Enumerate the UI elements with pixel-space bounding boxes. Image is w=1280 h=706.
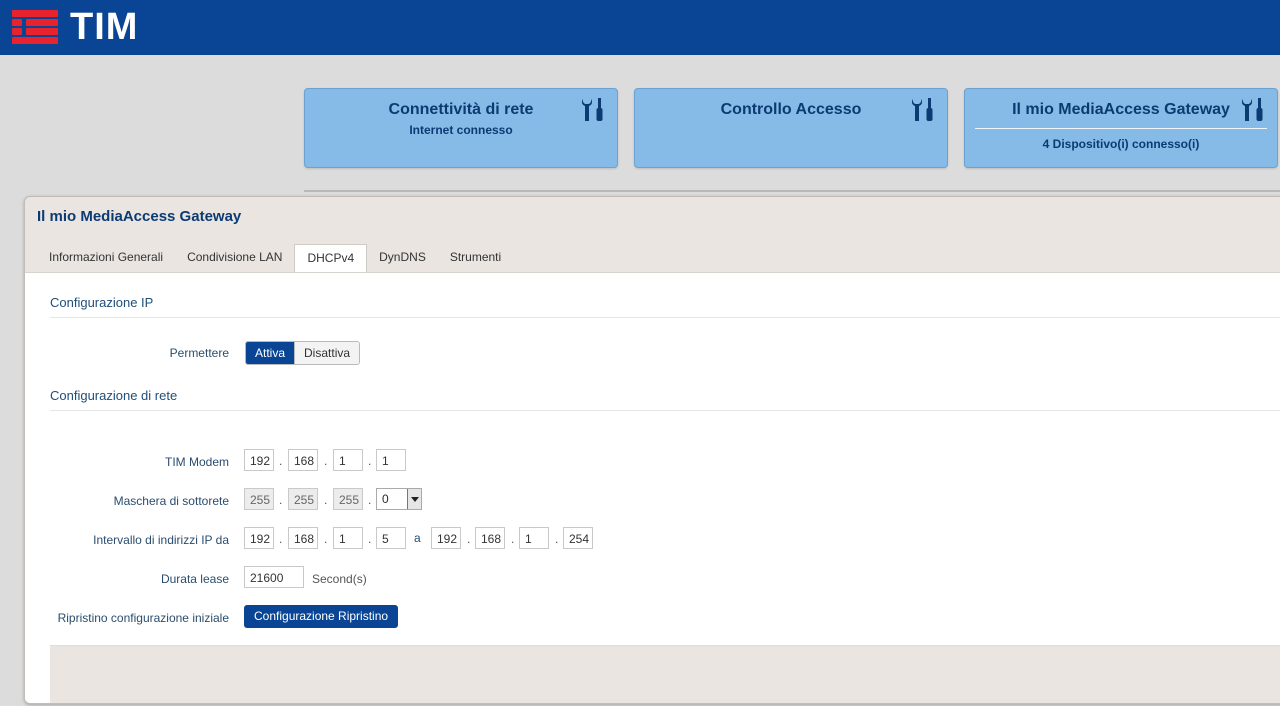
ip-dot: .: [324, 454, 328, 468]
card-title: Controllo Accesso: [720, 101, 862, 118]
range-separator: a: [414, 531, 421, 545]
tools-icon[interactable]: [581, 97, 605, 123]
tab-content: Configurazione IP Permettere Attiva Disa…: [25, 272, 1280, 703]
ip-dot: .: [279, 532, 283, 546]
dhcp-enable-toggle: Attiva Disattiva: [245, 341, 361, 365]
ip-dot: .: [279, 454, 283, 468]
ip-dot: .: [511, 532, 515, 546]
lease-duration-label: Durata lease: [160, 572, 229, 586]
card-subtitle: 4 Dispositivo(i) connesso(i): [1042, 137, 1200, 151]
modem-ip-octet-4[interactable]: 1: [376, 449, 406, 471]
toggle-disattiva-button[interactable]: Disattiva: [294, 342, 360, 364]
gateway-modal: Il mio MediaAccess Gateway Informazioni …: [24, 196, 1280, 704]
range-to-octet-3[interactable]: 1: [519, 527, 549, 549]
toggle-attiva-button[interactable]: Attiva: [246, 342, 295, 364]
modem-ip-octet-2[interactable]: 168: [288, 449, 318, 471]
permettere-label: Permettere: [169, 346, 229, 360]
tab-strumenti[interactable]: Strumenti: [438, 244, 513, 271]
card-title: Il mio MediaAccess Gateway: [1012, 101, 1230, 118]
subnet-mask-label: Maschera di sottorete: [113, 494, 229, 508]
tim-logo[interactable]: TIM: [12, 6, 139, 48]
top-header: TIM: [0, 0, 1280, 55]
mask-octet-2: 255: [288, 488, 318, 510]
ip-dot: .: [279, 493, 283, 507]
card-title: Connettività di rete: [388, 101, 534, 118]
select-value: 0: [382, 492, 389, 506]
ip-dot: .: [368, 532, 372, 546]
section-divider: [304, 190, 1280, 192]
tim-logo-mark-icon: [12, 10, 58, 44]
mask-octet-1: 255: [244, 488, 274, 510]
card-access-control[interactable]: Controllo Accesso: [634, 88, 948, 168]
ip-dot: .: [368, 493, 372, 507]
mask-octet-4-select[interactable]: 0: [376, 488, 422, 510]
ip-dot: .: [368, 454, 372, 468]
reset-config-label: Ripristino configurazione iniziale: [57, 611, 229, 625]
range-from-octet-3[interactable]: 1: [333, 527, 363, 549]
card-separator: [975, 128, 1267, 129]
modal-footer: [50, 645, 1280, 703]
card-mediaaccess-gateway[interactable]: Il mio MediaAccess Gateway 4 Dispositivo…: [964, 88, 1278, 168]
tab-dyndns[interactable]: DynDNS: [367, 244, 438, 271]
ip-range-label: Intervallo di indirizzi IP da: [93, 533, 229, 547]
range-to-octet-2[interactable]: 168: [475, 527, 505, 549]
range-from-octet-2[interactable]: 168: [288, 527, 318, 549]
tools-icon[interactable]: [1241, 97, 1265, 123]
mask-octet-3: 255: [333, 488, 363, 510]
section-divider: [50, 410, 1280, 411]
ip-dot: .: [324, 532, 328, 546]
modem-ip-octet-1[interactable]: 192: [244, 449, 274, 471]
tim-modem-label: TIM Modem: [164, 455, 229, 469]
ip-dot: .: [555, 532, 559, 546]
range-to-octet-4[interactable]: 254: [563, 527, 593, 549]
tab-dhcpv4[interactable]: DHCPv4: [294, 244, 368, 273]
range-from-octet-1[interactable]: 192: [244, 527, 274, 549]
card-network-connectivity[interactable]: Connettività di rete Internet connesso: [304, 88, 618, 168]
ip-dot: .: [324, 493, 328, 507]
chevron-down-icon[interactable]: [407, 489, 421, 509]
modal-title: Il mio MediaAccess Gateway: [37, 208, 242, 225]
range-from-octet-4[interactable]: 5: [376, 527, 406, 549]
tab-condivisione-lan[interactable]: Condivisione LAN: [175, 244, 294, 271]
range-to-octet-1[interactable]: 192: [431, 527, 461, 549]
section-divider: [50, 317, 1280, 318]
tools-icon[interactable]: [911, 97, 935, 123]
ip-dot: .: [467, 532, 471, 546]
card-subtitle: Internet connesso: [409, 123, 513, 137]
lease-unit: Second(s): [312, 572, 367, 586]
logo-text: TIM: [70, 6, 139, 48]
section-title-network-config: Configurazione di rete: [50, 388, 178, 403]
lease-duration-input[interactable]: 21600: [244, 566, 304, 588]
tab-informazioni-generali[interactable]: Informazioni Generali: [37, 244, 175, 271]
section-title-ip-config: Configurazione IP: [50, 295, 154, 310]
modem-ip-octet-3[interactable]: 1: [333, 449, 363, 471]
reset-config-button[interactable]: Configurazione Ripristino: [244, 605, 399, 628]
tab-bar: Informazioni Generali Condivisione LAN D…: [37, 244, 513, 273]
